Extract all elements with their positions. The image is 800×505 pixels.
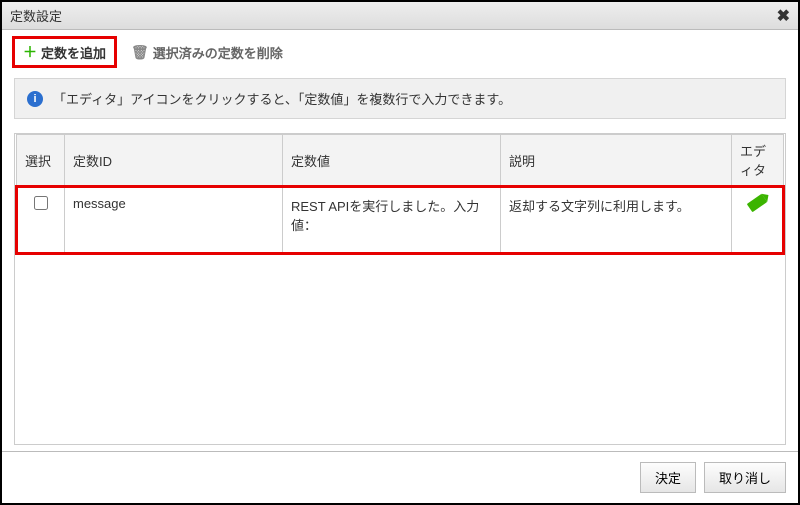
info-banner: i 「エディタ」アイコンをクリックすると、「定数値」を複数行で入力できます。 [14,78,786,119]
add-constant-label: 定数を追加 [41,43,106,62]
table-header-row: 選択 定数ID 定数値 説明 エディタ [17,135,784,187]
col-id[interactable]: 定数ID [65,135,283,187]
content-wrap: i 「エディタ」アイコンをクリックすると、「定数値」を複数行で入力できます。 選… [2,74,798,451]
cancel-button[interactable]: 取り消し [704,462,786,493]
footer: 決定 取り消し [2,451,798,503]
constants-table: 選択 定数ID 定数値 説明 エディタ message REST APIを実行し… [14,133,786,445]
row-select-cell [17,187,65,254]
plus-icon: ＋ [23,42,37,62]
pencil-icon[interactable] [747,194,767,213]
row-id-cell[interactable]: message [65,187,283,254]
info-text: 「エディタ」アイコンをクリックすると、「定数値」を複数行で入力できます。 [53,89,511,108]
info-icon: i [27,91,43,107]
row-desc-cell[interactable]: 返却する文字列に利用します。 [501,187,732,254]
table-row[interactable]: message REST APIを実行しました。入力値： 返却する文字列に利用し… [17,187,784,254]
trash-icon: 🗑 [131,44,149,61]
row-value-cell[interactable]: REST APIを実行しました。入力値： [283,187,501,254]
add-constant-button[interactable]: ＋ 定数を追加 [12,36,117,68]
delete-selected-button[interactable]: 🗑 選択済みの定数を削除 [131,43,283,62]
ok-button[interactable]: 決定 [640,462,696,493]
delete-selected-label: 選択済みの定数を削除 [153,43,283,62]
col-value[interactable]: 定数値 [283,135,501,187]
col-desc[interactable]: 説明 [501,135,732,187]
row-checkbox[interactable] [34,196,48,210]
col-select[interactable]: 選択 [17,135,65,187]
title-bar: 定数設定 ✖ [2,2,798,30]
dialog-title: 定数設定 [10,6,62,25]
row-editor-cell [732,187,784,254]
close-icon[interactable]: ✖ [777,6,790,26]
toolbar: ＋ 定数を追加 🗑 選択済みの定数を削除 [2,30,798,74]
col-editor[interactable]: エディタ [732,135,784,187]
